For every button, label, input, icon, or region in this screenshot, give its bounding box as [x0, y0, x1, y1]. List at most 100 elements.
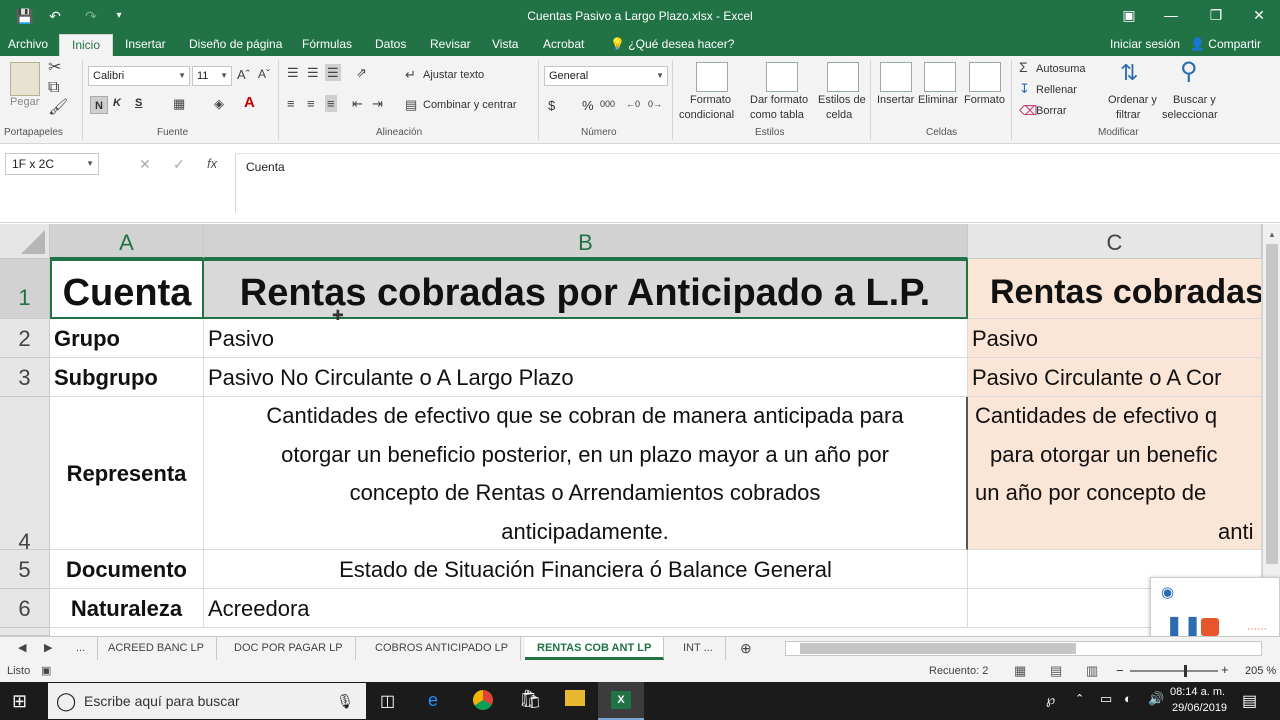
cell-styles-icon[interactable] — [827, 62, 859, 92]
tab-diseno-pagina[interactable]: Diseño de página — [187, 32, 284, 56]
edge-icon[interactable]: e — [428, 690, 438, 711]
add-sheet-icon[interactable]: ⊕ — [728, 637, 764, 660]
align-middle-icon[interactable]: ☰ — [307, 66, 319, 79]
paste-icon[interactable] — [10, 62, 40, 96]
taskbar-search[interactable]: ◯ Escribe aquí para buscar 🎙 — [48, 683, 366, 719]
zoom-level[interactable]: 205 % — [1245, 665, 1276, 677]
zoom-out-icon[interactable]: − — [1116, 663, 1124, 678]
wrap-text-button[interactable]: Ajustar texto — [423, 69, 484, 81]
clear-button[interactable]: Borrar — [1036, 105, 1067, 117]
zoom-slider[interactable] — [1130, 665, 1218, 677]
people-icon[interactable]: ℘ — [1046, 692, 1055, 708]
percent-icon[interactable]: % — [582, 98, 594, 113]
find-select-label-2[interactable]: seleccionar — [1162, 109, 1218, 121]
formula-input[interactable]: Cuenta — [235, 153, 1280, 213]
cell-c1[interactable]: Rentas cobradas — [968, 259, 1262, 319]
cell-c3[interactable]: Pasivo Circulante o A Cor — [968, 358, 1262, 397]
maximize-icon[interactable]: ❐ — [1201, 4, 1231, 26]
sheet-tab-more[interactable]: ... — [64, 637, 99, 660]
notifications-icon[interactable]: ▤ — [1242, 691, 1257, 711]
conditional-format-label-2[interactable]: condicional — [679, 109, 734, 121]
wrap-text-icon[interactable]: ↵ — [405, 68, 416, 81]
tab-acrobat[interactable]: Acrobat — [541, 32, 586, 56]
format-table-icon[interactable] — [766, 62, 798, 92]
zoom-slider-thumb[interactable] — [1184, 665, 1187, 677]
sheet-next-icon[interactable]: ▶ — [38, 637, 58, 660]
row-header-1[interactable]: 1 — [0, 259, 50, 319]
cell-c4[interactable]: Cantidades de efectivo q para otorgar un… — [968, 397, 1262, 550]
sheet-prev-icon[interactable]: ◀ — [10, 637, 34, 660]
column-header-b[interactable]: B — [204, 224, 968, 259]
grow-font-icon[interactable]: Aˆ — [237, 68, 250, 81]
cell-b6[interactable]: Acreedora — [204, 589, 968, 628]
sheet-tab-int[interactable]: INT ... — [671, 637, 726, 660]
vertical-scrollbar[interactable]: ▲ — [1262, 224, 1280, 636]
macro-record-icon[interactable]: ▣ — [41, 664, 51, 677]
file-explorer-icon[interactable] — [565, 690, 585, 706]
increase-indent-icon[interactable]: ⇥ — [372, 97, 383, 110]
currency-icon[interactable]: $ — [548, 98, 555, 113]
clock-date[interactable]: 29/06/2019 — [1172, 702, 1227, 714]
decrease-indent-icon[interactable]: ⇤ — [352, 97, 363, 110]
format-cells-icon[interactable] — [969, 62, 1001, 92]
enter-icon[interactable]: ✓ — [173, 156, 185, 173]
pause-icon[interactable]: ❚❚ — [1165, 616, 1202, 638]
store-icon[interactable]: 🛍 — [519, 689, 542, 710]
column-header-a[interactable]: A — [50, 224, 204, 259]
scrollbar-thumb[interactable] — [1266, 244, 1278, 564]
cell-a1[interactable]: Cuenta — [50, 259, 204, 319]
number-format-combo[interactable]: General ▼ — [544, 66, 668, 86]
italic-button[interactable]: K — [113, 97, 121, 109]
fill-down-icon[interactable]: ↧ — [1019, 82, 1030, 95]
format-table-label-2[interactable]: como tabla — [750, 109, 804, 121]
tab-formulas[interactable]: Fórmulas — [300, 32, 354, 56]
ribbon-display-icon[interactable]: ▣ — [1114, 4, 1144, 26]
cell-b5[interactable]: Estado de Situación Financiera ó Balance… — [204, 550, 968, 589]
merge-center-button[interactable]: Combinar y centrar — [423, 99, 517, 111]
cell-c2[interactable]: Pasivo — [968, 319, 1262, 358]
format-cells-label[interactable]: Formato — [964, 94, 1005, 106]
sort-filter-label-2[interactable]: filtrar — [1116, 109, 1140, 121]
volume-icon[interactable]: 🔊 — [1148, 691, 1164, 707]
search-icon[interactable]: ⚲ — [1180, 60, 1198, 84]
row-header-7[interactable] — [0, 628, 50, 636]
align-right-icon[interactable]: ≡ — [325, 95, 337, 112]
delete-cells-label[interactable]: Eliminar — [918, 94, 958, 106]
zoom-in-icon[interactable]: + — [1221, 662, 1229, 677]
row-header-5[interactable]: 5 — [0, 550, 50, 589]
sheet-tab-acreed-banc-lp[interactable]: ACREED BANC LP — [96, 637, 217, 660]
sheet-tab-doc-por-pagar-lp[interactable]: DOC POR PAGAR LP — [222, 637, 356, 660]
battery-icon[interactable]: ▭ — [1100, 691, 1112, 707]
align-bottom-icon[interactable]: ☰ — [325, 64, 341, 81]
underline-button[interactable]: S — [135, 97, 142, 109]
column-header-c[interactable]: C — [968, 224, 1262, 259]
cell-a5[interactable]: Documento — [50, 550, 204, 589]
tab-insertar[interactable]: Insertar — [123, 32, 168, 56]
format-painter-icon[interactable]: 🖌 — [48, 100, 68, 116]
autosum-button[interactable]: Autosuma — [1036, 63, 1086, 75]
chrome-icon[interactable] — [473, 690, 493, 710]
autosum-icon[interactable]: Σ — [1019, 60, 1028, 74]
fill-color-icon[interactable]: ◈ — [214, 97, 224, 110]
merge-center-icon[interactable]: ▤ — [405, 98, 417, 111]
scrollbar-thumb[interactable] — [800, 643, 1076, 654]
decrease-decimal-icon[interactable]: 0→ — [648, 99, 662, 109]
thousands-icon[interactable]: 000 — [600, 99, 615, 109]
sort-filter-label-1[interactable]: Ordenar y — [1108, 94, 1157, 106]
cut-icon[interactable]: ✂ — [48, 60, 61, 76]
bold-button[interactable]: N — [90, 96, 108, 114]
windows-start-icon[interactable]: ⊞ — [12, 691, 27, 712]
signin-link[interactable]: Iniciar sesión — [1108, 32, 1182, 56]
cell-a6[interactable]: Naturaleza — [50, 589, 204, 628]
font-name-combo[interactable]: Calibri ▼ — [88, 66, 190, 86]
cell-styles-label-2[interactable]: celda — [826, 109, 852, 121]
row-header-2[interactable]: 2 — [0, 319, 50, 358]
font-size-combo[interactable]: 11 ▼ — [192, 66, 232, 86]
tab-archivo[interactable]: Archivo — [6, 32, 50, 56]
scroll-up-icon[interactable]: ▲ — [1268, 230, 1276, 239]
tab-datos[interactable]: Datos — [373, 32, 408, 56]
find-select-label-1[interactable]: Buscar y — [1173, 94, 1216, 106]
align-left-icon[interactable]: ≡ — [287, 97, 295, 110]
conditional-format-icon[interactable] — [696, 62, 728, 92]
cell-b2[interactable]: Pasivo — [204, 319, 968, 358]
